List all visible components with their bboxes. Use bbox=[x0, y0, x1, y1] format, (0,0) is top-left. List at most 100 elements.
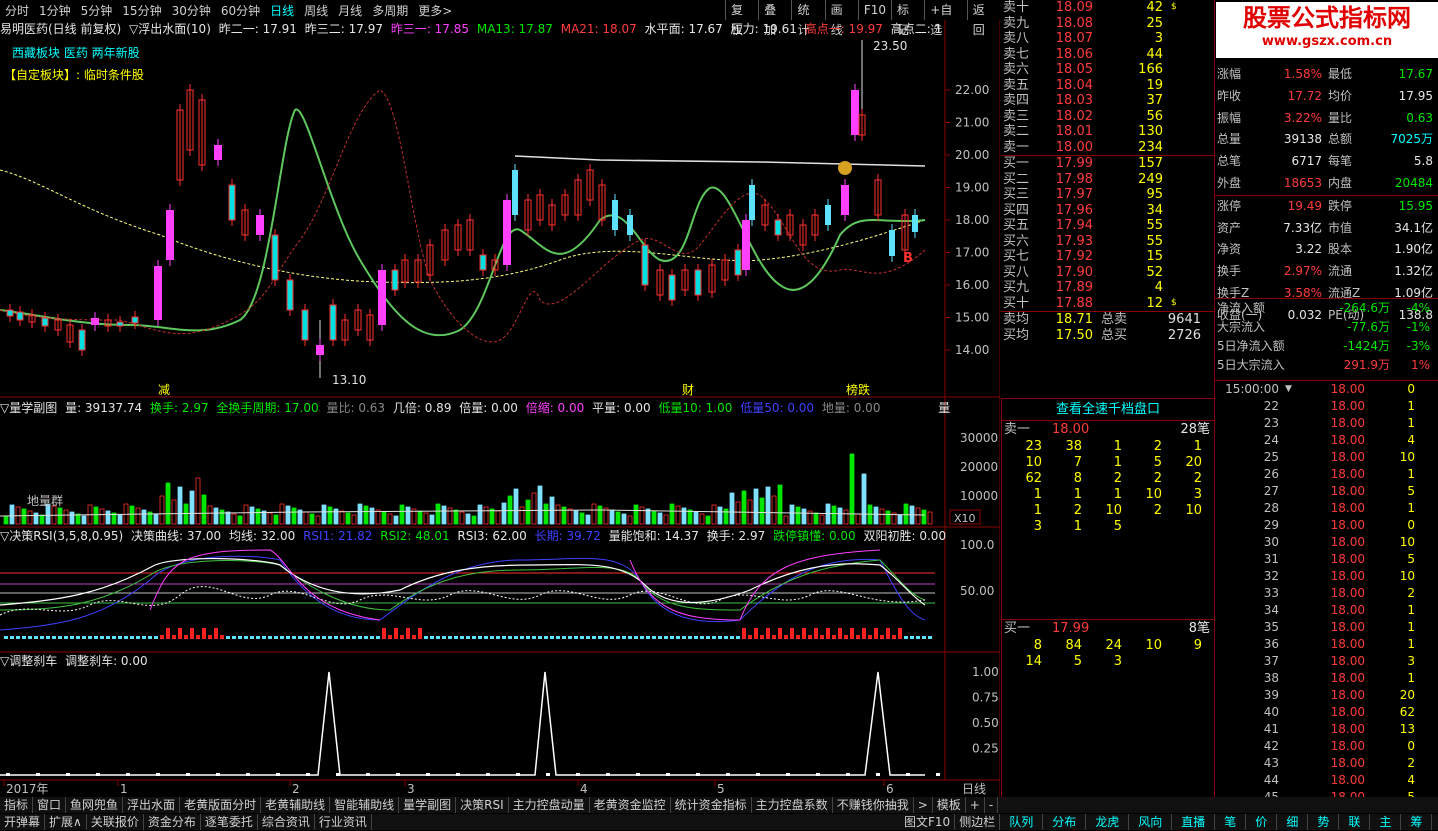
buy-row-6[interactable]: 买七 17.92 15 bbox=[1001, 249, 1214, 265]
tool-button-4[interactable]: F10 bbox=[857, 0, 892, 20]
sell-row-6[interactable]: 卖四 18.03 37 bbox=[1001, 93, 1214, 109]
bottom-btn-6[interactable]: 行业资讯 bbox=[315, 814, 372, 830]
tool-button-1[interactable]: 叠加 bbox=[758, 0, 792, 37]
side-tab-7[interactable]: 笔 bbox=[1215, 814, 1247, 830]
bottom-btn-5[interactable]: 综合资讯 bbox=[258, 814, 315, 830]
period-tab-5[interactable]: 60分钟 bbox=[216, 2, 265, 19]
sell1-cell: 1 bbox=[1113, 439, 1122, 454]
sell-row-4[interactable]: 卖六 18.05 166 bbox=[1001, 62, 1214, 78]
period-tab-10[interactable]: 更多> bbox=[413, 2, 457, 19]
period-tab-4[interactable]: 30分钟 bbox=[167, 2, 216, 19]
period-tab-7[interactable]: 周线 bbox=[299, 2, 333, 19]
period-tab-2[interactable]: 5分钟 bbox=[76, 2, 118, 19]
indicator-tab-8[interactable]: 决策RSI bbox=[456, 797, 509, 813]
buy-row-1[interactable]: 买二 17.98 249 bbox=[1001, 172, 1214, 188]
adj-header-name[interactable]: ▽调整刹车 bbox=[0, 654, 57, 668]
tick-row-16: 38 18.00 1 bbox=[1215, 670, 1438, 687]
side-tab-5[interactable]: 风向 bbox=[1129, 814, 1173, 830]
period-tab-1[interactable]: 1分钟 bbox=[34, 2, 76, 19]
tool-button-5[interactable]: 标记 bbox=[891, 0, 925, 37]
side-tab-0[interactable]: 图文F10 bbox=[900, 814, 956, 830]
bottom-btn-4[interactable]: 逐笔委托 bbox=[201, 814, 258, 830]
side-tab-13[interactable]: 筹 bbox=[1401, 814, 1433, 830]
rsi-bar-100 bbox=[604, 636, 608, 639]
sell-flag bbox=[1171, 124, 1181, 140]
sell-row-1[interactable]: 卖九 18.08 25 bbox=[1001, 16, 1214, 32]
tick-time: 22 bbox=[1263, 399, 1279, 413]
tool-button-2[interactable]: 统计 bbox=[791, 0, 825, 37]
period-tab-8[interactable]: 月线 bbox=[333, 2, 367, 19]
indicator-tab-15[interactable]: 模板 bbox=[933, 797, 966, 813]
bottom-btn-0[interactable]: 开弹幕 bbox=[0, 814, 46, 830]
indicator-tab-0[interactable]: 指标 bbox=[0, 797, 34, 813]
buy-price: 17.96 bbox=[1055, 202, 1093, 218]
rsi-bar-124 bbox=[748, 635, 752, 639]
tick-time: 26 bbox=[1263, 467, 1279, 481]
side-tab-3[interactable]: 分布 bbox=[1043, 814, 1087, 830]
sell-row-9[interactable]: 卖一 18.00 234 bbox=[1001, 140, 1214, 156]
vol-x10[interactable]: X10 bbox=[954, 512, 976, 525]
period-tab-3[interactable]: 15分钟 bbox=[117, 2, 166, 19]
buy-row-9[interactable]: 买十 17.88 12 $ bbox=[1001, 296, 1214, 312]
indicator-tab-10[interactable]: 老黄资金监控 bbox=[590, 797, 671, 813]
indicator-tab-11[interactable]: 统计资金指标 bbox=[671, 797, 752, 813]
indicator-tab-2[interactable]: 鱼网兜鱼 bbox=[66, 797, 124, 813]
side-tab-11[interactable]: 联 bbox=[1339, 814, 1371, 830]
bottom-btn-1[interactable]: 扩展∧ bbox=[45, 814, 87, 830]
indicator-tab-12[interactable]: 主力控盘系数 bbox=[752, 797, 833, 813]
buy-row-7[interactable]: 买八 17.90 52 bbox=[1001, 265, 1214, 281]
tick-arrow-icon[interactable]: ▼ bbox=[1285, 381, 1295, 398]
tool-button-3[interactable]: 画线 bbox=[824, 0, 858, 37]
sell-row-0[interactable]: 卖十 18.09 42 $ bbox=[1001, 0, 1214, 16]
sell-row-8[interactable]: 卖二 18.01 130 bbox=[1001, 124, 1214, 140]
indicator-tab-17[interactable]: - bbox=[985, 797, 999, 813]
vol-bar-113 bbox=[681, 507, 687, 525]
buy-label: 买七 bbox=[1003, 249, 1030, 264]
side-tab-2[interactable]: 队列 bbox=[1000, 814, 1044, 830]
tool-button-7[interactable]: 返回 bbox=[966, 0, 1000, 37]
side-tab-9[interactable]: 细 bbox=[1277, 814, 1309, 830]
sell-price: 18.04 bbox=[1055, 77, 1093, 93]
indicator-tab-16[interactable]: + bbox=[966, 797, 985, 813]
bottom-btn-3[interactable]: 资金分布 bbox=[144, 814, 201, 830]
indicator-tab-14[interactable]: > bbox=[914, 797, 933, 813]
buy-row-3[interactable]: 买四 17.96 34 bbox=[1001, 203, 1214, 219]
avg-label: 买均 bbox=[1003, 327, 1030, 343]
side-tab-12[interactable]: 主 bbox=[1370, 814, 1402, 830]
indicator-tab-5[interactable]: 老黄辅助线 bbox=[261, 797, 331, 813]
full-depth-link[interactable]: 查看全速千档盘口 bbox=[1002, 399, 1214, 421]
side-tab-8[interactable]: 价 bbox=[1246, 814, 1278, 830]
sell-row-5[interactable]: 卖五 18.04 19 bbox=[1001, 78, 1214, 94]
period-tab-9[interactable]: 多周期 bbox=[367, 2, 413, 19]
sell-row-2[interactable]: 卖八 18.07 3 bbox=[1001, 31, 1214, 47]
tick-time: 33 bbox=[1263, 586, 1279, 600]
vol-header-name[interactable]: ▽量学副图 bbox=[0, 401, 57, 415]
indicator-tab-7[interactable]: 量学副图 bbox=[399, 797, 457, 813]
buy-row-5[interactable]: 买六 17.93 55 bbox=[1001, 234, 1214, 250]
period-tab-6[interactable]: 日线 bbox=[265, 2, 299, 19]
sell-row-3[interactable]: 卖七 18.06 44 bbox=[1001, 47, 1214, 63]
vol-bar-35 bbox=[213, 507, 219, 525]
buy-row-2[interactable]: 买三 17.97 95 bbox=[1001, 187, 1214, 203]
indicator-tab-6[interactable]: 智能辅助线 bbox=[330, 797, 400, 813]
tool-button-6[interactable]: +自选 bbox=[924, 0, 967, 37]
side-tab-10[interactable]: 势 bbox=[1308, 814, 1340, 830]
buy-row-8[interactable]: 买九 17.89 4 bbox=[1001, 280, 1214, 296]
side-tab-1[interactable]: 侧边栏 bbox=[955, 814, 1001, 830]
rsi-header-name[interactable]: ▽决策RSI(3,5,8,0.95) bbox=[0, 529, 123, 543]
period-tab-0[interactable]: 分时 bbox=[0, 2, 34, 19]
x-period[interactable]: 日线 bbox=[962, 782, 986, 796]
indicator-tab-4[interactable]: 老黄版面分时 bbox=[180, 797, 262, 813]
indicator-tab-13[interactable]: 不赚钱你抽我 bbox=[833, 797, 914, 813]
buy-row-0[interactable]: 买一 17.99 157 bbox=[1001, 156, 1214, 172]
bottom-btn-2[interactable]: 关联报价 bbox=[87, 814, 144, 830]
side-tab-6[interactable]: 直播 bbox=[1172, 814, 1216, 830]
side-tab-4[interactable]: 龙虎 bbox=[1086, 814, 1130, 830]
indicator-tab-1[interactable]: 窗口 bbox=[33, 797, 67, 813]
indicator-tab-9[interactable]: 主力控盘动量 bbox=[509, 797, 590, 813]
sell1-cell: 2 bbox=[1113, 471, 1122, 486]
tool-button-0[interactable]: 复权 bbox=[725, 0, 759, 37]
indicator-tab-3[interactable]: 浮出水面 bbox=[123, 797, 181, 813]
sell-row-7[interactable]: 卖三 18.02 56 bbox=[1001, 109, 1214, 125]
buy-row-4[interactable]: 买五 17.94 55 bbox=[1001, 218, 1214, 234]
